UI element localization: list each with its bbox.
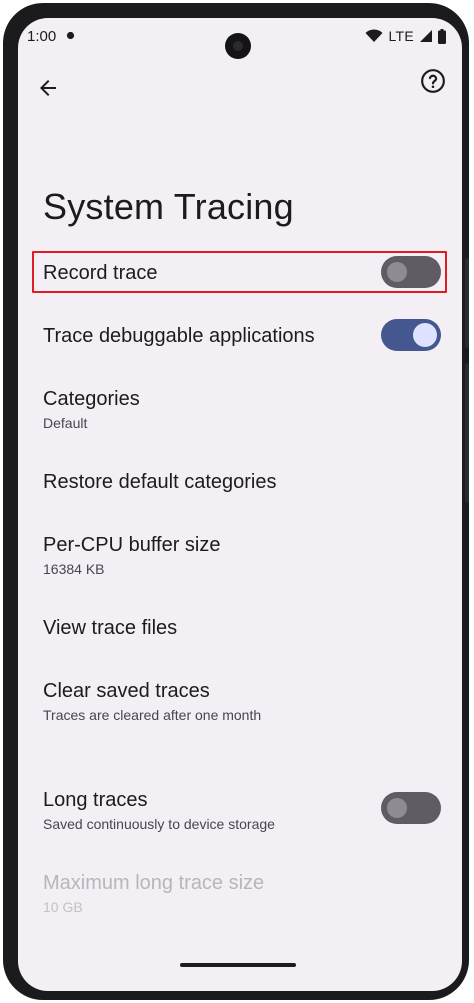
power-button (465, 258, 469, 348)
pref-summary: 16384 KB (43, 561, 105, 577)
pref-title: Restore default categories (43, 471, 277, 493)
trace-debuggable-toggle[interactable] (381, 319, 441, 351)
battery-icon (438, 28, 446, 44)
record-trace-toggle[interactable] (381, 256, 441, 288)
status-time: 1:00 (27, 28, 57, 45)
pref-title: Clear saved traces (43, 680, 210, 702)
home-indicator[interactable] (180, 963, 296, 967)
status-bar: 1:00 LTE (18, 18, 462, 59)
help-circle-icon[interactable] (420, 68, 446, 94)
pref-title: Per-CPU buffer size (43, 534, 221, 556)
front-camera (225, 33, 251, 59)
toggle-thumb (387, 798, 407, 818)
volume-button (465, 363, 469, 503)
screen: 1:00 LTE System Tracing Record trace Tra… (18, 18, 462, 991)
toggle-thumb (413, 323, 437, 347)
pref-max-long-trace-size: Maximum long trace size 10 GB (43, 870, 443, 917)
wifi-icon (365, 29, 383, 42)
pref-summary: Default (43, 415, 88, 431)
pref-summary: Traces are cleared after one month (43, 707, 262, 723)
signal-icon (420, 30, 432, 42)
toggle-thumb (387, 262, 407, 282)
pref-clear-saved-traces[interactable]: Clear saved traces Traces are cleared af… (43, 678, 443, 725)
pref-buffer-size[interactable]: Per-CPU buffer size 16384 KB (43, 532, 443, 579)
arrow-back-icon[interactable] (36, 76, 60, 100)
status-icons: LTE (365, 28, 446, 44)
pref-title: Maximum long trace size (43, 872, 265, 894)
pref-view-trace-files[interactable]: View trace files (43, 615, 443, 641)
notification-dot-icon (66, 31, 75, 40)
pref-restore-defaults[interactable]: Restore default categories (43, 469, 443, 495)
device-frame: 1:00 LTE System Tracing Record trace Tra… (3, 3, 469, 1000)
page-title: System Tracing (43, 186, 294, 227)
long-traces-toggle[interactable] (381, 792, 441, 824)
pref-summary: 10 GB (43, 899, 83, 915)
network-type: LTE (388, 28, 414, 44)
pref-title: Categories (43, 388, 140, 410)
pref-title: View trace files (43, 617, 178, 639)
pref-categories[interactable]: Categories Default (43, 386, 443, 433)
